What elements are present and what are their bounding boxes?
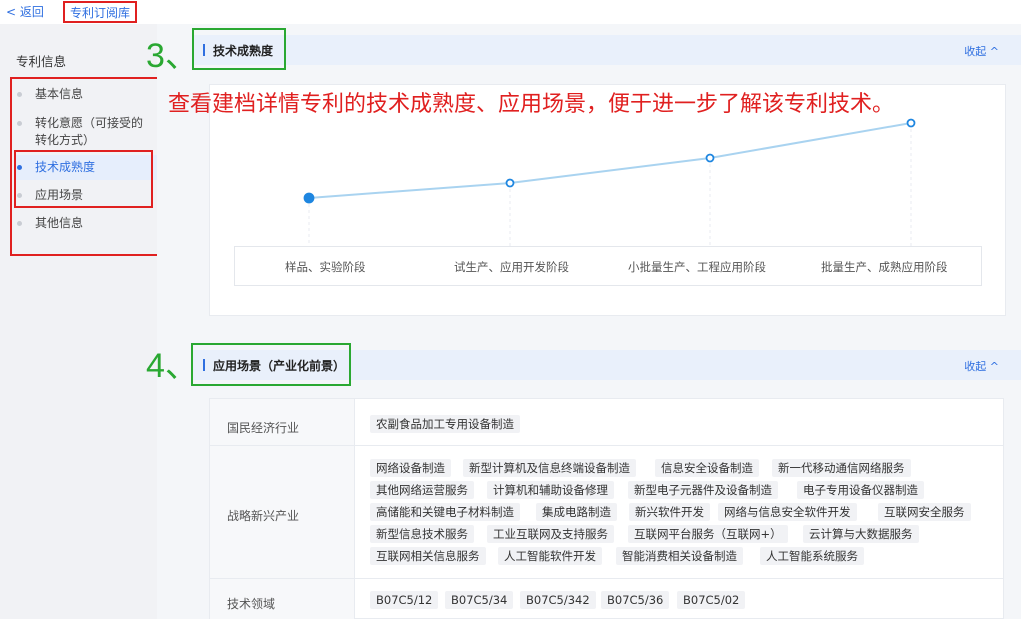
stage-label-4: 批量生产、成熟应用阶段: [821, 260, 948, 274]
tag-tech-field[interactable]: B07C5/342: [520, 591, 596, 609]
tag-strategic[interactable]: 计算机和辅助设备修理: [487, 481, 614, 499]
tag-tech-field[interactable]: B07C5/02: [677, 591, 746, 609]
collapse-application-button[interactable]: 收起 ^: [964, 358, 999, 374]
stage-label-2: 试生产、应用开发阶段: [454, 260, 569, 274]
tag-strategic[interactable]: 新型信息技术服务: [370, 525, 474, 543]
tag-strategic[interactable]: 高储能和关键电子材料制造: [370, 503, 520, 521]
tag-strategic[interactable]: 互联网相关信息服务: [370, 547, 486, 565]
section-application-header: 应用场景（产业化前景） 收起 ^: [193, 350, 1021, 380]
tag-strategic[interactable]: 新一代移动通信网络服务: [772, 459, 911, 477]
tag-strategic[interactable]: 互联网平台服务（互联网+）: [628, 525, 788, 543]
tag-strategic[interactable]: 人工智能软件开发: [498, 547, 602, 565]
annotation-text: 查看建档详情专利的技术成熟度、应用场景，便于进一步了解该专利技术。: [168, 92, 895, 117]
stage-label-1: 样品、实验阶段: [285, 260, 366, 274]
tag-tech-field[interactable]: B07C5/12: [370, 591, 439, 609]
tag-strategic[interactable]: 新型计算机及信息终端设备制造: [463, 459, 636, 477]
section-application-title: 应用场景（产业化前景）: [203, 357, 345, 374]
table-divider: [210, 445, 1004, 446]
row-label-tech-field: 技术领域: [227, 597, 276, 611]
row-label-industry: 国民经济行业: [227, 421, 300, 435]
tag-strategic[interactable]: 新兴软件开发: [629, 503, 710, 521]
maturity-point-3: [705, 153, 715, 163]
tag-strategic[interactable]: 互联网安全服务: [878, 503, 971, 521]
tag-tech-field[interactable]: B07C5/36: [601, 591, 670, 609]
maturity-point-2: [505, 178, 515, 188]
maturity-point-4: [906, 118, 916, 128]
step-4-label: 4、: [146, 347, 199, 385]
tag-strategic[interactable]: 电子专用设备仪器制造: [797, 481, 924, 499]
tag-strategic[interactable]: 新型电子元器件及设备制造: [628, 481, 778, 499]
table-divider: [210, 578, 1004, 579]
tag-strategic[interactable]: 云计算与大数据服务: [803, 525, 919, 543]
row-label-strategic: 战略新兴产业: [227, 509, 300, 523]
table-divider-vertical: [354, 399, 355, 619]
maturity-progress-line: [308, 122, 912, 199]
tag-strategic[interactable]: 网络与信息安全软件开发: [718, 503, 857, 521]
tag-strategic[interactable]: 工业互联网及支持服务: [487, 525, 614, 543]
tag-strategic[interactable]: 人工智能系统服务: [760, 547, 864, 565]
tag-strategic[interactable]: 集成电路制造: [536, 503, 617, 521]
tag-industry[interactable]: 农副食品加工专用设备制造: [370, 415, 520, 433]
tag-strategic[interactable]: 网络设备制造: [370, 459, 451, 477]
tag-strategic[interactable]: 其他网络运营服务: [370, 481, 474, 499]
tag-strategic[interactable]: 信息安全设备制造: [655, 459, 759, 477]
maturity-point-1: [303, 192, 315, 204]
stage-label-3: 小批量生产、工程应用阶段: [628, 260, 766, 274]
tag-strategic[interactable]: 智能消费相关设备制造: [616, 547, 743, 565]
tag-tech-field[interactable]: B07C5/34: [445, 591, 514, 609]
